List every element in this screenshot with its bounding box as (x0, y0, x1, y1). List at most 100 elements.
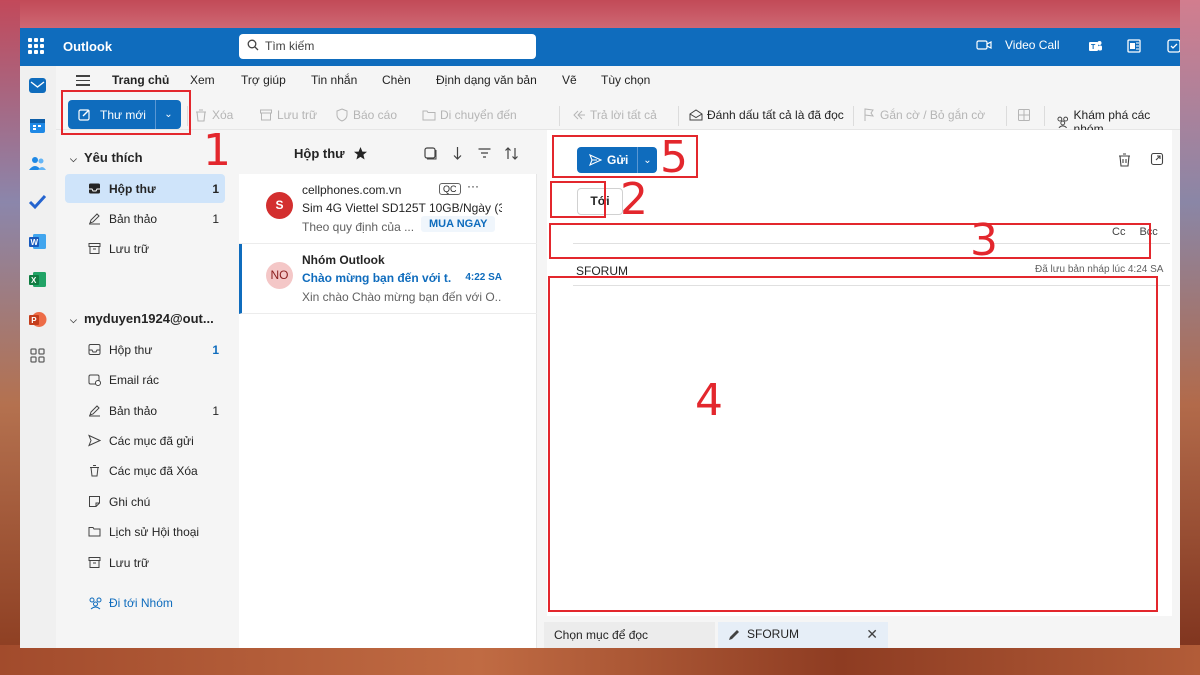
mark-all-read-button[interactable]: Đánh dấu tất cả là đã đọc (689, 108, 844, 122)
buy-now-button[interactable]: MUA NGAY (421, 216, 496, 232)
folder-inbox[interactable]: Hộp thư 1 (65, 335, 225, 364)
folder-label: Bản thảo (109, 212, 158, 226)
discard-icon[interactable] (1117, 152, 1132, 167)
reply-all-icon (573, 110, 585, 120)
message-subject: Chào mừng bạn đến với t... (302, 271, 452, 285)
folder-drafts[interactable]: Bản thảo 1 (65, 396, 225, 425)
select-icon[interactable] (423, 146, 438, 161)
move-to-button[interactable]: Di chuyển đến (422, 108, 517, 122)
app-launcher-icon[interactable] (28, 38, 44, 54)
search-input[interactable]: Tìm kiếm (239, 34, 536, 59)
shield-icon (336, 108, 348, 122)
app-name[interactable]: Outlook (63, 39, 112, 54)
powerpoint-app-icon[interactable]: P (28, 310, 47, 329)
menu-icon[interactable] (76, 75, 90, 86)
groups-icon (1057, 116, 1069, 129)
excel-app-icon[interactable]: X (28, 270, 47, 289)
go-to-groups-label: Đi tới Nhóm (109, 596, 173, 610)
tab-message[interactable]: Tin nhắn (311, 73, 357, 87)
tab-home[interactable]: Trang chủ (112, 73, 169, 87)
flag-label: Gắn cờ / Bỏ gắn cờ (880, 108, 986, 122)
message-item[interactable]: NO Nhóm Outlook Chào mừng bạn đến với t.… (239, 244, 537, 314)
folder-label: Lưu trữ (109, 242, 150, 256)
reading-pane-tab[interactable]: Chọn mục để đọc (544, 622, 715, 648)
jump-to-icon[interactable] (450, 146, 465, 161)
calendar-app-icon[interactable] (28, 116, 47, 135)
star-icon[interactable] (353, 146, 368, 161)
folder-conversation-history[interactable]: Lịch sử Hội thoại (65, 517, 225, 546)
search-icon (247, 39, 259, 51)
chevron-down-icon: ⌵ (70, 315, 77, 325)
avatar: NO (266, 262, 293, 289)
ad-badge: QC (439, 183, 461, 195)
todo-app-icon[interactable] (28, 192, 47, 211)
more-options-icon[interactable]: ··· (467, 179, 479, 193)
pencil-icon (89, 405, 100, 417)
archive-icon (88, 243, 101, 254)
tab-view[interactable]: Xem (190, 73, 215, 87)
annotation-box-subject (549, 223, 1151, 259)
favorites-header[interactable]: ⌵ Yêu thích (70, 150, 143, 165)
tab-format-text[interactable]: Định dạng văn bản (436, 73, 537, 87)
annotation-number: 4 (695, 375, 723, 426)
mail-app-icon[interactable] (28, 76, 47, 95)
account-header[interactable]: ⌵ myduyen1924@out... (70, 311, 214, 326)
annotation-box-to (550, 181, 606, 218)
folder-icon (88, 527, 101, 537)
draft-tab[interactable]: SFORUM ✕ (718, 622, 888, 648)
delete-button[interactable]: Xóa (194, 108, 233, 122)
flag-button[interactable]: Gắn cờ / Bỏ gắn cờ (862, 108, 985, 122)
video-camera-icon (976, 40, 992, 50)
folder-notes[interactable]: Ghi chú (65, 487, 225, 516)
annotation-box-body (548, 276, 1158, 612)
message-subject: Sim 4G Viettel SD125T 10GB/Ngày (30 (302, 201, 502, 215)
envelope-open-icon (689, 109, 703, 121)
folder-junk[interactable]: Email rác (65, 365, 225, 394)
annotation-number: 5 (660, 132, 688, 183)
tab-options[interactable]: Tùy chọn (601, 73, 650, 87)
archive-button[interactable]: Lưu trữ (259, 108, 317, 122)
word-app-icon[interactable]: W (28, 232, 47, 251)
folder-pane: ⌵ Yêu thích Hộp thư 1 Bản thảo 1 Lưu trữ … (56, 130, 239, 648)
top-bar: Outlook Tìm kiếm Video Call T (20, 28, 1180, 66)
folder-sent[interactable]: Các mục đã gửi (65, 426, 225, 455)
draft-count: 1 (212, 404, 219, 418)
message-sender: cellphones.com.vn (302, 183, 402, 197)
tab-draw[interactable]: Vẽ (562, 73, 577, 87)
folder-favorites-archive[interactable]: Lưu trữ (65, 234, 225, 263)
folder-label: Hộp thư (109, 343, 153, 357)
folder-label: Lịch sử Hội thoại (109, 525, 200, 539)
sort-icon[interactable] (504, 146, 519, 161)
folder-favorites-drafts[interactable]: Bản thảo 1 (65, 204, 225, 233)
report-label: Báo cáo (353, 108, 398, 122)
annotation-number: 1 (203, 125, 231, 176)
tasks-icon[interactable] (1166, 38, 1180, 54)
message-item[interactable]: S cellphones.com.vn QC ··· Sim 4G Viette… (239, 174, 537, 244)
archive-icon (88, 557, 101, 568)
more-apps-icon[interactable] (28, 346, 47, 365)
close-icon[interactable]: ✕ (866, 626, 878, 643)
report-button[interactable]: Báo cáo (335, 108, 397, 122)
people-app-icon[interactable] (28, 154, 47, 173)
office-notes-icon[interactable] (1126, 38, 1142, 54)
tab-insert[interactable]: Chèn (382, 73, 411, 87)
video-call-button[interactable]: Video Call (976, 38, 1059, 52)
filter-icon[interactable] (477, 146, 492, 161)
svg-text:T: T (1091, 44, 1096, 51)
reply-all-label: Trả lời tất cả (590, 108, 657, 122)
send-icon (88, 434, 101, 447)
reply-all-button[interactable]: Trả lời tất cả (572, 108, 657, 122)
go-to-groups-link[interactable]: Đi tới Nhóm (88, 596, 173, 610)
folder-favorites-inbox[interactable]: Hộp thư 1 (65, 174, 225, 203)
delete-label: Xóa (212, 108, 234, 122)
teams-icon[interactable]: T (1087, 38, 1103, 54)
svg-text:X: X (31, 276, 37, 285)
unread-count: 1 (212, 182, 219, 196)
draft-tab-label: SFORUM (747, 627, 799, 641)
view-options-button[interactable] (1017, 108, 1031, 122)
folder-deleted[interactable]: Các mục đã Xóa (65, 456, 225, 485)
folder-label: Bản thảo (109, 404, 158, 418)
tab-help[interactable]: Trợ giúp (241, 73, 286, 87)
folder-archive[interactable]: Lưu trữ (65, 548, 225, 577)
pop-out-icon[interactable] (1150, 152, 1164, 166)
